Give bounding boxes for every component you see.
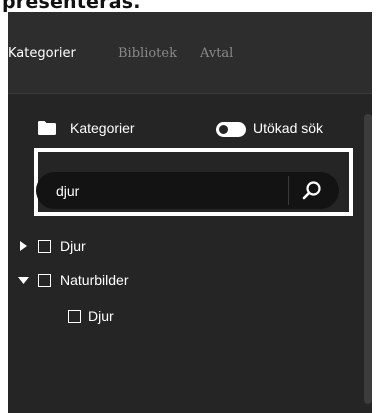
tree-item-naturbilder[interactable]: Naturbilder (18, 271, 270, 291)
tree-checkbox[interactable] (38, 274, 51, 287)
tree-item-label: Djur (88, 308, 114, 324)
caret-right-icon[interactable] (20, 241, 27, 251)
panel-body: Kategorier Utökad sök Djur (8, 94, 372, 413)
tree-item-label: Djur (60, 238, 86, 254)
tab-avtal[interactable]: Avtal (200, 46, 233, 61)
extended-search-toggle[interactable] (216, 122, 246, 137)
category-panel: Kategorier Bibliotek Avtal Kategorier Ut… (8, 12, 372, 413)
tab-bibliotek[interactable]: Bibliotek (118, 46, 177, 61)
tree-item-label: Naturbilder (60, 272, 129, 288)
scrollbar[interactable] (364, 114, 372, 404)
toggle-knob (219, 125, 228, 134)
tab-kategorier[interactable]: Kategorier (8, 46, 76, 61)
folder-icon (38, 121, 56, 135)
tree-item-djur[interactable]: Djur (20, 237, 220, 257)
tree-checkbox[interactable] (68, 310, 81, 323)
extended-search-label: Utökad sök (253, 120, 324, 136)
category-header-row: Kategorier Utökad sök (38, 118, 356, 142)
tree-checkbox[interactable] (38, 240, 51, 253)
search-icon[interactable] (294, 176, 330, 205)
search-divider (288, 176, 289, 205)
tree-item-naturbilder-djur[interactable]: Djur (68, 307, 268, 327)
caret-down-icon[interactable] (18, 277, 29, 284)
category-header-label: Kategorier (70, 120, 135, 136)
tab-bar: Kategorier Bibliotek Avtal (8, 12, 372, 94)
search-box (36, 172, 339, 209)
search-input[interactable] (56, 172, 266, 209)
